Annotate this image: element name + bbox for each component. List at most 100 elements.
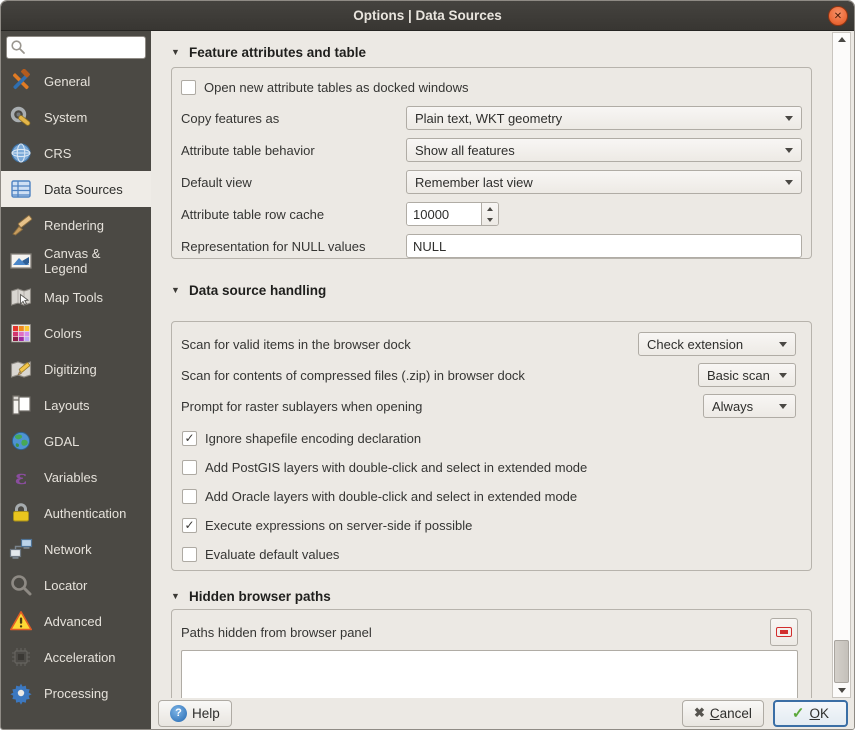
lock-icon [7, 500, 35, 526]
sidebar-item-label: Map Tools [44, 290, 103, 305]
sidebar-item-network[interactable]: Network [1, 531, 151, 567]
evaluate-defaults-checkrow[interactable]: ✓ Evaluate default values [182, 546, 796, 562]
docked-windows-checkrow[interactable]: ✓ Open new attribute tables as docked wi… [181, 78, 802, 96]
sidebar-item-processing[interactable]: Processing [1, 675, 151, 711]
execute-expressions-checkrow[interactable]: ✓ Execute expressions on server-side if … [182, 517, 796, 533]
map-cursor-icon [7, 284, 35, 310]
sidebar-item-acceleration[interactable]: Acceleration [1, 639, 151, 675]
hidden-paths-list[interactable] [181, 650, 798, 698]
sidebar-item-gdal[interactable]: GDAL [1, 423, 151, 459]
add-postgis-checkrow[interactable]: ✓ Add PostGIS layers with double-click a… [182, 459, 796, 475]
spin-down-icon [487, 218, 493, 222]
section-hidden-browser-paths[interactable]: ▼ Hidden browser paths [171, 587, 812, 605]
settings-nav: General System CRS [1, 63, 151, 730]
ok-button[interactable]: ✓ OK [773, 700, 848, 727]
search-icon [10, 39, 26, 58]
table-behavior-label: Attribute table behavior [181, 143, 406, 158]
cancel-button[interactable]: ✖ Cancel [682, 700, 764, 727]
row-cache-spinner[interactable] [406, 202, 499, 226]
spin-up-button[interactable] [482, 203, 498, 214]
sidebar-item-label: CRS [44, 146, 71, 161]
sidebar-item-colors[interactable]: Colors [1, 315, 151, 351]
section-title: Hidden browser paths [189, 589, 331, 604]
paintbrush-icon [7, 212, 35, 238]
section-data-source-handling[interactable]: ▼ Data source handling [171, 281, 812, 299]
execute-expressions-checkbox[interactable]: ✓ [182, 518, 197, 533]
cancel-button-label: Cancel [710, 706, 752, 721]
docked-windows-checkbox[interactable]: ✓ [181, 80, 196, 95]
epsilon-icon: ε [7, 464, 35, 490]
scan-valid-items-dropdown[interactable]: Check extension [638, 332, 796, 356]
evaluate-defaults-checkbox[interactable]: ✓ [182, 547, 197, 562]
add-postgis-checkbox[interactable]: ✓ [182, 460, 197, 475]
section-title: Data source handling [189, 283, 326, 298]
sidebar-item-label: Canvas & Legend [44, 246, 147, 276]
feature-attributes-group: ✓ Open new attribute tables as docked wi… [171, 67, 812, 259]
add-oracle-checkrow[interactable]: ✓ Add Oracle layers with double-click an… [182, 488, 796, 504]
sidebar-item-label: Processing [44, 686, 108, 701]
help-icon: ? [170, 705, 187, 722]
combo-arrow-icon [785, 148, 793, 153]
sidebar-item-system[interactable]: System [1, 99, 151, 135]
sidebar-item-label: Data Sources [44, 182, 123, 197]
hidden-browser-paths-group: Paths hidden from browser panel [171, 609, 812, 698]
attribute-table-icon [7, 176, 35, 202]
magnifier-icon [7, 572, 35, 598]
row-cache-input[interactable] [407, 203, 481, 225]
sidebar-item-map-tools[interactable]: Map Tools [1, 279, 151, 315]
sidebar-item-data-sources[interactable]: Data Sources [1, 171, 151, 207]
sidebar-item-label: GDAL [44, 434, 79, 449]
scroll-up-button[interactable] [833, 33, 850, 46]
section-feature-attributes[interactable]: ▼ Feature attributes and table [171, 43, 812, 61]
ok-check-icon: ✓ [792, 704, 805, 722]
default-view-label: Default view [181, 175, 406, 190]
sidebar-item-locator[interactable]: Locator [1, 567, 151, 603]
titlebar[interactable]: Options | Data Sources ✕ [1, 1, 854, 31]
scrollbar-thumb[interactable] [834, 640, 849, 683]
sidebar-item-canvas-legend[interactable]: Canvas & Legend [1, 243, 151, 279]
null-representation-input[interactable] [406, 234, 802, 258]
processing-gear-icon [7, 680, 35, 706]
check-icon: ✓ [184, 519, 194, 531]
scroll-down-button[interactable] [833, 684, 850, 697]
copy-features-dropdown[interactable]: Plain text, WKT geometry [406, 106, 802, 130]
collapse-triangle-icon: ▼ [171, 285, 189, 295]
search-input[interactable] [6, 36, 146, 59]
sidebar-item-label: Acceleration [44, 650, 116, 665]
ignore-shapefile-encoding-checkrow[interactable]: ✓ Ignore shapefile encoding declaration [182, 430, 796, 446]
table-behavior-dropdown[interactable]: Show all features [406, 138, 802, 162]
options-page-data-sources: ▼ Feature attributes and table ✓ Open ne… [151, 31, 854, 698]
close-button[interactable]: ✕ [828, 6, 848, 26]
vertical-scrollbar[interactable] [832, 32, 851, 698]
help-button-label: Help [192, 706, 220, 721]
help-button[interactable]: ? Help [158, 700, 232, 727]
ignore-shapefile-encoding-checkbox[interactable]: ✓ [182, 431, 197, 446]
globe-icon [7, 140, 35, 166]
sidebar-item-label: Rendering [44, 218, 104, 233]
map-pencil-icon [7, 356, 35, 382]
sidebar-item-crs[interactable]: CRS [1, 135, 151, 171]
sidebar-item-variables[interactable]: ε Variables [1, 459, 151, 495]
canvas-image-icon [7, 248, 35, 274]
sidebar-item-label: Colors [44, 326, 82, 341]
default-view-dropdown[interactable]: Remember last view [406, 170, 802, 194]
remove-path-button[interactable] [770, 618, 798, 646]
spin-down-button[interactable] [482, 214, 498, 225]
sidebar-item-rendering[interactable]: Rendering [1, 207, 151, 243]
sidebar-item-advanced[interactable]: Advanced [1, 603, 151, 639]
scrollbar-track[interactable] [833, 46, 850, 684]
add-oracle-checkbox[interactable]: ✓ [182, 489, 197, 504]
section-title: Feature attributes and table [189, 45, 366, 60]
checkbox-label: Execute expressions on server-side if po… [205, 518, 472, 533]
scan-zip-dropdown[interactable]: Basic scan [698, 363, 796, 387]
settings-sidebar: General System CRS [1, 31, 151, 730]
raster-sublayers-dropdown[interactable]: Always [703, 394, 796, 418]
sidebar-item-layouts[interactable]: Layouts [1, 387, 151, 423]
sidebar-item-label: Authentication [44, 506, 126, 521]
data-source-handling-group: Scan for valid items in the browser dock… [171, 321, 812, 571]
sidebar-item-authentication[interactable]: Authentication [1, 495, 151, 531]
sidebar-item-digitizing[interactable]: Digitizing [1, 351, 151, 387]
sidebar-item-general[interactable]: General [1, 63, 151, 99]
sidebar-item-label: Locator [44, 578, 87, 593]
scan-zip-label: Scan for contents of compressed files (.… [181, 368, 698, 383]
